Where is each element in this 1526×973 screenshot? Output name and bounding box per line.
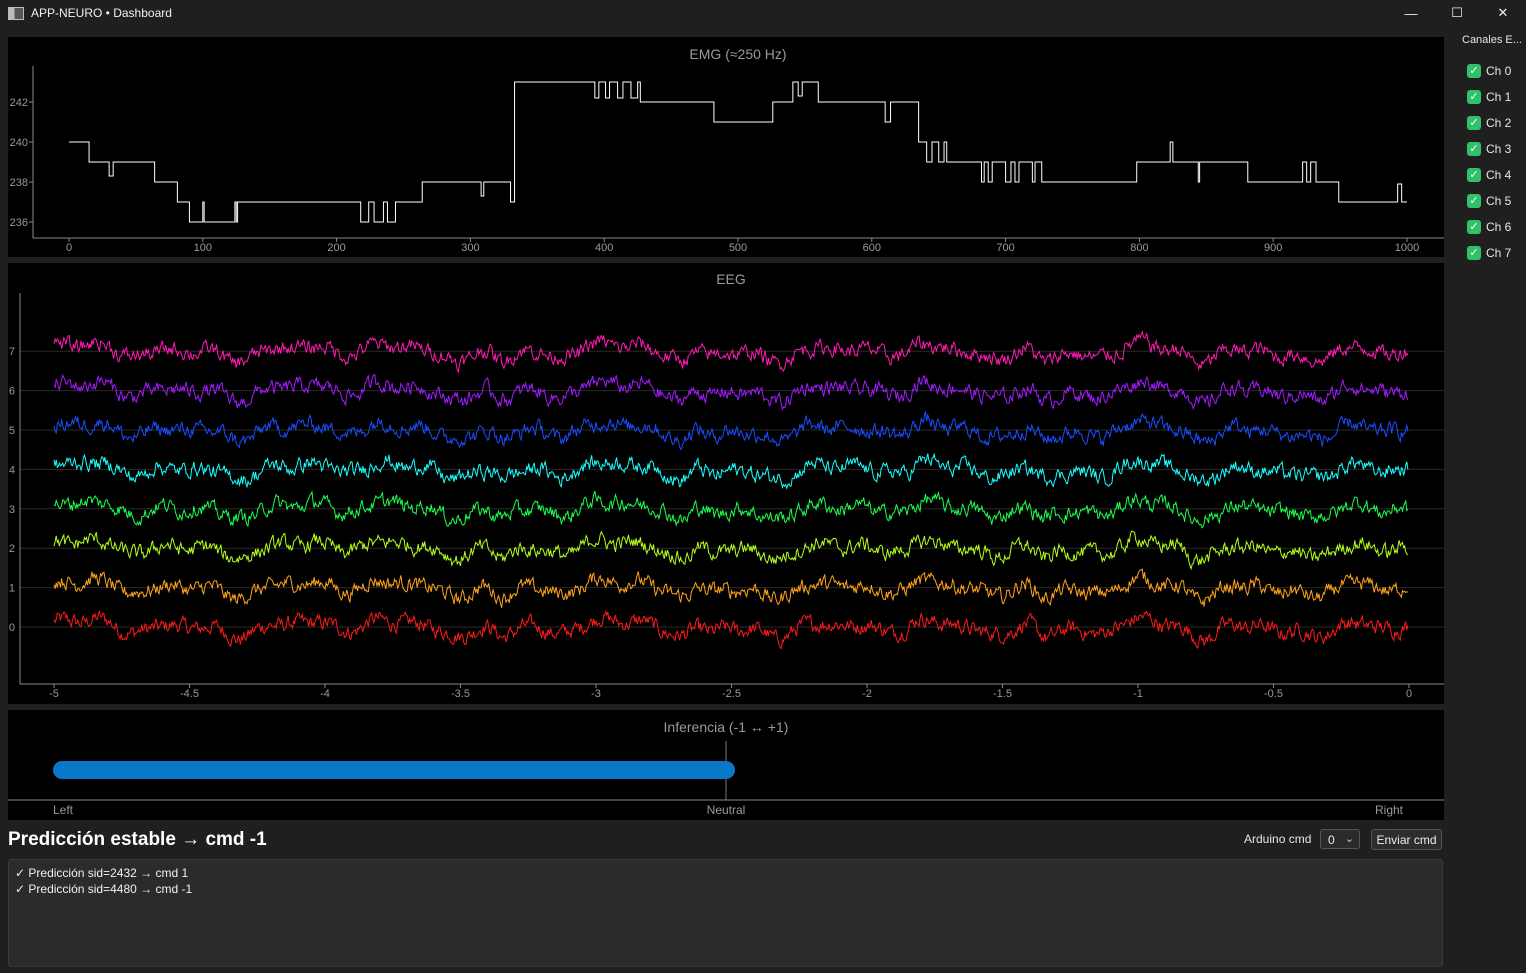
channel-label: Ch 3 bbox=[1486, 142, 1512, 156]
emg-x-tick-label: 0 bbox=[66, 242, 72, 254]
emg-x-tick-label: 100 bbox=[194, 242, 212, 254]
eeg-x-tick-label: -3.5 bbox=[451, 688, 470, 700]
sidebar-title: Canales E... bbox=[1462, 34, 1522, 46]
checkbox-checked-icon[interactable]: ✓ bbox=[1467, 220, 1481, 234]
channel-label: Ch 1 bbox=[1486, 90, 1512, 104]
emg-x-tick-label: 700 bbox=[996, 242, 1014, 254]
minimize-button[interactable]: — bbox=[1388, 0, 1434, 26]
inference-plot: Inferencia (-1 ↔ +1) Left Neutral Right bbox=[8, 710, 1444, 820]
channel-label: Ch 2 bbox=[1486, 116, 1512, 130]
emg-x-tick-label: 400 bbox=[595, 242, 613, 254]
emg-y-tick-label: 242 bbox=[10, 97, 28, 109]
eeg-series-ch-7 bbox=[53, 329, 1409, 374]
channel-toggle-ch3[interactable]: ✓ Ch 3 bbox=[1467, 142, 1511, 156]
chevron-down-icon: ⌄ bbox=[1344, 833, 1354, 845]
eeg-x-tick-label: -1.5 bbox=[993, 688, 1012, 700]
eeg-y-tick-label: 4 bbox=[9, 464, 15, 476]
arduino-cmd-label: Arduino cmd bbox=[1244, 832, 1312, 846]
checkbox-checked-icon[interactable]: ✓ bbox=[1467, 90, 1481, 104]
eeg-x-tick-label: -5 bbox=[49, 688, 59, 700]
checkbox-checked-icon[interactable]: ✓ bbox=[1467, 116, 1481, 130]
channel-label: Ch 0 bbox=[1486, 64, 1512, 78]
label-right: Right bbox=[1375, 803, 1404, 817]
eeg-series-ch-1 bbox=[53, 568, 1409, 608]
emg-title: EMG (≈250 Hz) bbox=[689, 46, 786, 62]
eeg-x-tick-label: -1 bbox=[1133, 688, 1143, 700]
inference-chart: Inferencia (-1 ↔ +1) Left Neutral Right bbox=[8, 719, 1444, 817]
log-line: ✓ Predicción sid=2432 → cmd 1 bbox=[15, 866, 189, 880]
emg-x-tick-label: 900 bbox=[1264, 242, 1282, 254]
window-title: APP-NEURO • Dashboard bbox=[31, 6, 172, 20]
eeg-x-tick-label: -0.5 bbox=[1264, 688, 1283, 700]
checkbox-checked-icon[interactable]: ✓ bbox=[1467, 246, 1481, 260]
eeg-series-ch-6 bbox=[53, 373, 1409, 411]
eeg-y-tick-label: 0 bbox=[9, 622, 15, 634]
app-icon bbox=[8, 6, 24, 20]
emg-chart: EMG (≈250 Hz) 0 100 200 300 400 500 600 700 800 9… bbox=[10, 46, 1444, 254]
eeg-y-tick-label: 3 bbox=[9, 504, 15, 516]
maximize-button[interactable]: ☐ bbox=[1434, 0, 1480, 26]
arduino-cmd-select[interactable]: 0 ⌄ bbox=[1320, 829, 1360, 849]
channel-toggle-ch5[interactable]: ✓ Ch 5 bbox=[1467, 194, 1511, 208]
log-line: ✓ Predicción sid=4480 → cmd -1 bbox=[15, 882, 193, 896]
eeg-y-tick-label: 1 bbox=[9, 583, 15, 595]
channel-toggle-ch7[interactable]: ✓ Ch 7 bbox=[1467, 246, 1511, 260]
close-button[interactable]: ✕ bbox=[1480, 0, 1526, 26]
inference-title: Inferencia (-1 ↔ +1) bbox=[664, 719, 789, 735]
emg-x-tick-label: 1000 bbox=[1395, 242, 1419, 254]
channel-toggle-ch0[interactable]: ✓ Ch 0 bbox=[1467, 64, 1511, 78]
channel-label: Ch 6 bbox=[1486, 220, 1512, 234]
eeg-y-tick-label: 2 bbox=[9, 543, 15, 555]
channel-label: Ch 7 bbox=[1486, 246, 1512, 260]
emg-series-line bbox=[69, 81, 1407, 223]
eeg-chart: EEG -5 -4.5 -4 -3.5 -3 -2.5 -2 -1.5 -1 -0.5 0 0 1 2 3 4… bbox=[9, 271, 1444, 700]
send-cmd-button[interactable]: Enviar cmd bbox=[1371, 829, 1442, 850]
maximize-icon: ☐ bbox=[1451, 5, 1463, 20]
arduino-cmd-value: 0 bbox=[1328, 833, 1335, 847]
channel-toggle-ch4[interactable]: ✓ Ch 4 bbox=[1467, 168, 1511, 182]
label-left: Left bbox=[53, 803, 74, 817]
channel-sidebar: Canales E... ✓ Ch 0 ✓ Ch 1 ✓ Ch 2 ✓ Ch 3 ✓ Ch… bbox=[1450, 26, 1526, 286]
prediction-log[interactable]: ✓ Predicción sid=2432 → cmd 1 ✓ Predicci… bbox=[8, 859, 1443, 967]
emg-plot[interactable]: EMG (≈250 Hz) 0 100 200 300 400 500 600 700 800 9… bbox=[8, 37, 1444, 257]
eeg-series-ch-0 bbox=[53, 609, 1409, 650]
eeg-y-tick-label: 6 bbox=[9, 386, 15, 398]
emg-y-tick-label: 238 bbox=[10, 177, 28, 189]
prediction-status: Predicción estable → cmd -1 bbox=[8, 829, 267, 850]
eeg-x-tick-label: -4 bbox=[320, 688, 330, 700]
emg-x-tick-label: 300 bbox=[461, 242, 479, 254]
eeg-series-ch-2 bbox=[53, 530, 1409, 571]
channel-label: Ch 4 bbox=[1486, 168, 1512, 182]
eeg-x-tick-label: -3 bbox=[591, 688, 601, 700]
title-bar: APP-NEURO • Dashboard — ☐ ✕ bbox=[0, 0, 1526, 26]
channel-toggle-ch1[interactable]: ✓ Ch 1 bbox=[1467, 90, 1511, 104]
eeg-y-tick-label: 5 bbox=[9, 425, 15, 437]
emg-x-tick-label: 200 bbox=[327, 242, 345, 254]
checkbox-checked-icon[interactable]: ✓ bbox=[1467, 194, 1481, 208]
minimize-icon: — bbox=[1404, 5, 1418, 21]
eeg-x-tick-label: -2.5 bbox=[722, 688, 741, 700]
eeg-title: EEG bbox=[716, 271, 746, 287]
channel-toggle-ch2[interactable]: ✓ Ch 2 bbox=[1467, 116, 1511, 130]
eeg-x-tick-label: -4.5 bbox=[180, 688, 199, 700]
eeg-series-ch-4 bbox=[53, 452, 1409, 491]
eeg-y-tick-label: 7 bbox=[9, 346, 15, 358]
channel-label: Ch 5 bbox=[1486, 194, 1512, 208]
emg-y-tick-label: 236 bbox=[10, 217, 28, 229]
channel-toggle-ch6[interactable]: ✓ Ch 6 bbox=[1467, 220, 1511, 234]
checkbox-checked-icon[interactable]: ✓ bbox=[1467, 168, 1481, 182]
emg-x-tick-label: 800 bbox=[1130, 242, 1148, 254]
checkbox-checked-icon[interactable]: ✓ bbox=[1467, 64, 1481, 78]
emg-x-tick-label: 600 bbox=[863, 242, 881, 254]
checkbox-checked-icon[interactable]: ✓ bbox=[1467, 142, 1481, 156]
close-icon: ✕ bbox=[1497, 5, 1509, 20]
eeg-plot[interactable]: EEG -5 -4.5 -4 -3.5 -3 -2.5 -2 -1.5 -1 -0.5 0 0 1 2 3 4… bbox=[8, 263, 1444, 704]
label-neutral: Neutral bbox=[707, 803, 746, 817]
eeg-x-tick-label: 0 bbox=[1406, 688, 1412, 700]
emg-x-tick-label: 500 bbox=[729, 242, 747, 254]
emg-y-tick-label: 240 bbox=[10, 137, 28, 149]
eeg-series-ch-3 bbox=[53, 490, 1409, 529]
eeg-x-tick-label: -2 bbox=[862, 688, 872, 700]
